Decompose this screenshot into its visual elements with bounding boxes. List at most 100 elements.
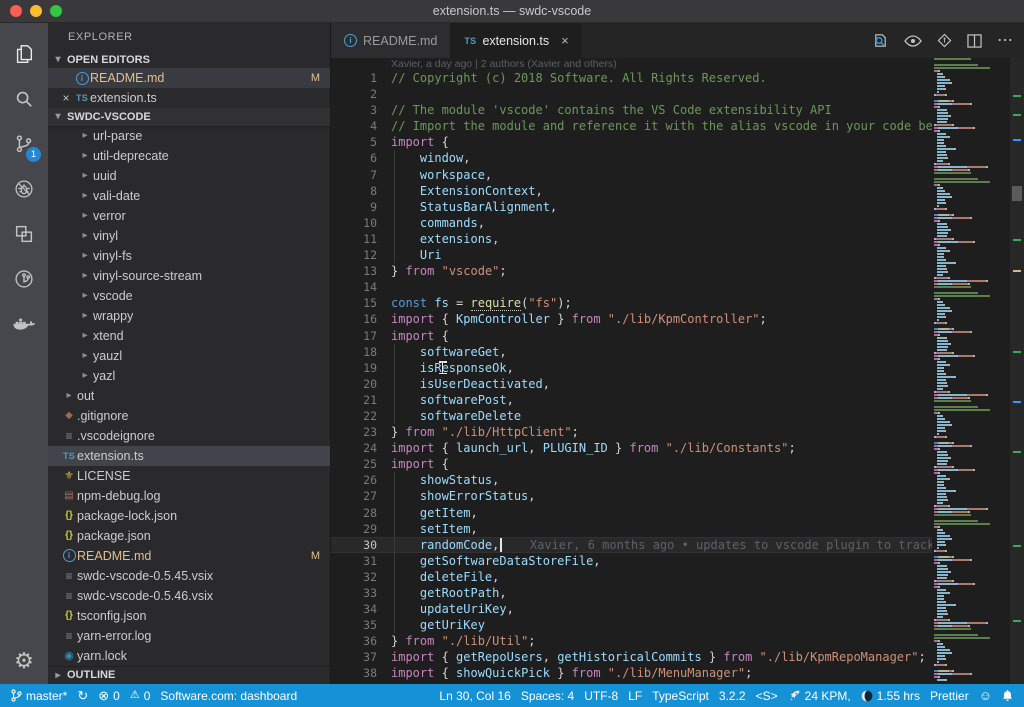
code-line-33[interactable]: 33 getRootPath, [331, 585, 932, 601]
code-line-30[interactable]: 30 randomCode,Xavier, 6 months ago • upd… [331, 537, 932, 553]
code-line-6[interactable]: 6 window, [331, 150, 932, 166]
tree-item-swdc-vscode-0.5.46.vsix[interactable]: ≡swdc-vscode-0.5.46.vsix [48, 586, 330, 606]
code-line-3[interactable]: 3// The module 'vscode' contains the VS … [331, 102, 932, 118]
code-line-14[interactable]: 14 [331, 279, 932, 295]
tree-item-util-deprecate[interactable]: ▸util-deprecate [48, 146, 330, 166]
code-line-23[interactable]: 23} from "./lib/HttpClient"; [331, 424, 932, 440]
code-line-5[interactable]: 5import { [331, 134, 932, 150]
code-line-8[interactable]: 8 ExtensionContext, [331, 183, 932, 199]
code-line-16[interactable]: 16import { KpmController } from "./lib/K… [331, 311, 932, 327]
tree-item-npm-debug.log[interactable]: ▤npm-debug.log [48, 486, 330, 506]
code-line-12[interactable]: 12 Uri [331, 247, 932, 263]
activity-gitlens-icon[interactable] [0, 256, 48, 301]
tree-item-verror[interactable]: ▸verror [48, 206, 330, 226]
code-line-21[interactable]: 21 softwarePost, [331, 392, 932, 408]
tree-item-yarn-error.log[interactable]: ≡yarn-error.log [48, 626, 330, 646]
status-kpm[interactable]: 24 KPM, [783, 684, 856, 707]
activity-docker-icon[interactable] [0, 301, 48, 346]
close-editor-icon[interactable]: × [58, 91, 74, 105]
code-line-28[interactable]: 28 getItem, [331, 505, 932, 521]
code-line-37[interactable]: 37import { getRepoUsers, getHistoricalCo… [331, 649, 932, 665]
status-software-dashboard[interactable]: Software.com: dashboard [155, 684, 302, 707]
tree-item-vinyl[interactable]: ▸vinyl [48, 226, 330, 246]
tree-item-yauzl[interactable]: ▸yauzl [48, 346, 330, 366]
close-tab-icon[interactable]: × [561, 33, 569, 48]
tree-item-yazl[interactable]: ▸yazl [48, 366, 330, 386]
search-commits-icon[interactable] [872, 32, 889, 49]
status-cursor-position[interactable]: Ln 30, Col 16 [434, 684, 515, 707]
tree-item-tsconfig.json[interactable]: {}tsconfig.json [48, 606, 330, 626]
tree-item-.gitignore[interactable]: ◆.gitignore [48, 406, 330, 426]
status-eol[interactable]: LF [623, 684, 647, 707]
code-line-1[interactable]: 1// Copyright (c) 2018 Software. All Rig… [331, 70, 932, 86]
close-window-button[interactable] [10, 5, 22, 17]
window-controls[interactable] [10, 5, 62, 17]
code-line-34[interactable]: 34 updateUriKey, [331, 601, 932, 617]
maximize-window-button[interactable] [50, 5, 62, 17]
code-line-38[interactable]: 38import { showQuickPick } from "./lib/M… [331, 665, 932, 681]
code-line-20[interactable]: 20 isUserDeactivated, [331, 376, 932, 392]
code-line-19[interactable]: 19 isResponseOk, [331, 360, 932, 376]
toggle-blame-icon[interactable] [904, 35, 922, 47]
activity-extensions-icon[interactable] [0, 211, 48, 256]
tree-item-vali-date[interactable]: ▸vali-date [48, 186, 330, 206]
tree-item-vscode[interactable]: ▸vscode [48, 286, 330, 306]
tree-item-LICENSE[interactable]: ⚜LICENSE [48, 466, 330, 486]
code-line-27[interactable]: 27 showErrorStatus, [331, 488, 932, 504]
status-language-mode[interactable]: TypeScript [647, 684, 714, 707]
code-line-29[interactable]: 29 setItem, [331, 521, 932, 537]
minimap[interactable] [932, 58, 1010, 684]
code-line-4[interactable]: 4// Import the module and reference it w… [331, 118, 932, 134]
activity-search-icon[interactable] [0, 76, 48, 121]
code-line-24[interactable]: 24import { launch_url, PLUGIN_ID } from … [331, 440, 932, 456]
code-area[interactable]: Xavier, a day ago | 2 authors (Xavier an… [331, 58, 932, 684]
status-warnings[interactable]: ⚠0 [125, 684, 156, 707]
status-ts-version[interactable]: 3.2.2 [714, 684, 751, 707]
code-line-13[interactable]: 13} from "vscode"; [331, 263, 932, 279]
open-editor-extension.ts[interactable]: ×TSextension.ts [48, 88, 330, 108]
project-header[interactable]: ▾ SWDC-VSCODE [48, 108, 330, 125]
code-line-35[interactable]: 35 getUriKey [331, 617, 932, 633]
status-sync[interactable]: ↻ [72, 684, 93, 707]
tree-item-README.md[interactable]: iREADME.mdM [48, 546, 330, 566]
tree-item-package.json[interactable]: {}package.json [48, 526, 330, 546]
tree-item-yarn.lock[interactable]: ◉yarn.lock [48, 646, 330, 666]
code-line-2[interactable]: 2 [331, 86, 932, 102]
settings-gear-icon[interactable]: ⚙ [14, 648, 34, 674]
code-line-25[interactable]: 25import { [331, 456, 932, 472]
status-git-branch[interactable]: master* [6, 684, 72, 707]
status-encoding[interactable]: UTF-8 [579, 684, 623, 707]
activity-debug-icon[interactable] [0, 166, 48, 211]
tab-extension-ts[interactable]: TS extension.ts × [451, 23, 581, 58]
status-indentation[interactable]: Spaces: 4 [516, 684, 579, 707]
editor-scrollbar[interactable] [1010, 58, 1024, 684]
gitlens-icon[interactable] [937, 33, 952, 48]
status-feedback[interactable]: ☺ [974, 684, 997, 707]
tree-item-xtend[interactable]: ▸xtend [48, 326, 330, 346]
scrollbar-thumb[interactable] [1012, 186, 1022, 201]
tree-item-url-parse[interactable]: ▸url-parse [48, 126, 330, 146]
tree-item-.vscodeignore[interactable]: ≡.vscodeignore [48, 426, 330, 446]
code-line-15[interactable]: 15const fs = require("fs"); [331, 295, 932, 311]
code-line-31[interactable]: 31 getSoftwareDataStoreFile, [331, 553, 932, 569]
status-software-logo[interactable]: <S> [751, 684, 783, 707]
status-errors[interactable]: ⊗0 [93, 684, 125, 707]
split-editor-icon[interactable] [967, 34, 982, 48]
code-line-18[interactable]: 18 softwareGet, [331, 344, 932, 360]
code-line-17[interactable]: 17import { [331, 328, 932, 344]
status-time-tracked[interactable]: 1.55 hrs [856, 684, 925, 707]
tree-item-vinyl-source-stream[interactable]: ▸vinyl-source-stream [48, 266, 330, 286]
open-editors-header[interactable]: ▾ OPEN EDITORS [48, 51, 330, 68]
minimize-window-button[interactable] [30, 5, 42, 17]
code-line-26[interactable]: 26 showStatus, [331, 472, 932, 488]
tree-item-package-lock.json[interactable]: {}package-lock.json [48, 506, 330, 526]
status-prettier[interactable]: Prettier [925, 684, 974, 707]
status-notifications[interactable] [997, 684, 1018, 707]
tree-item-out[interactable]: ▸out [48, 386, 330, 406]
activity-source-control-icon[interactable]: 1 [0, 121, 48, 166]
more-actions-icon[interactable]: ⋯ [997, 36, 1014, 46]
tree-item-vinyl-fs[interactable]: ▸vinyl-fs [48, 246, 330, 266]
tree-item-extension.ts[interactable]: TSextension.ts [48, 446, 330, 466]
tab-readme[interactable]: i README.md [331, 23, 451, 58]
activity-explorer-icon[interactable] [0, 31, 48, 76]
